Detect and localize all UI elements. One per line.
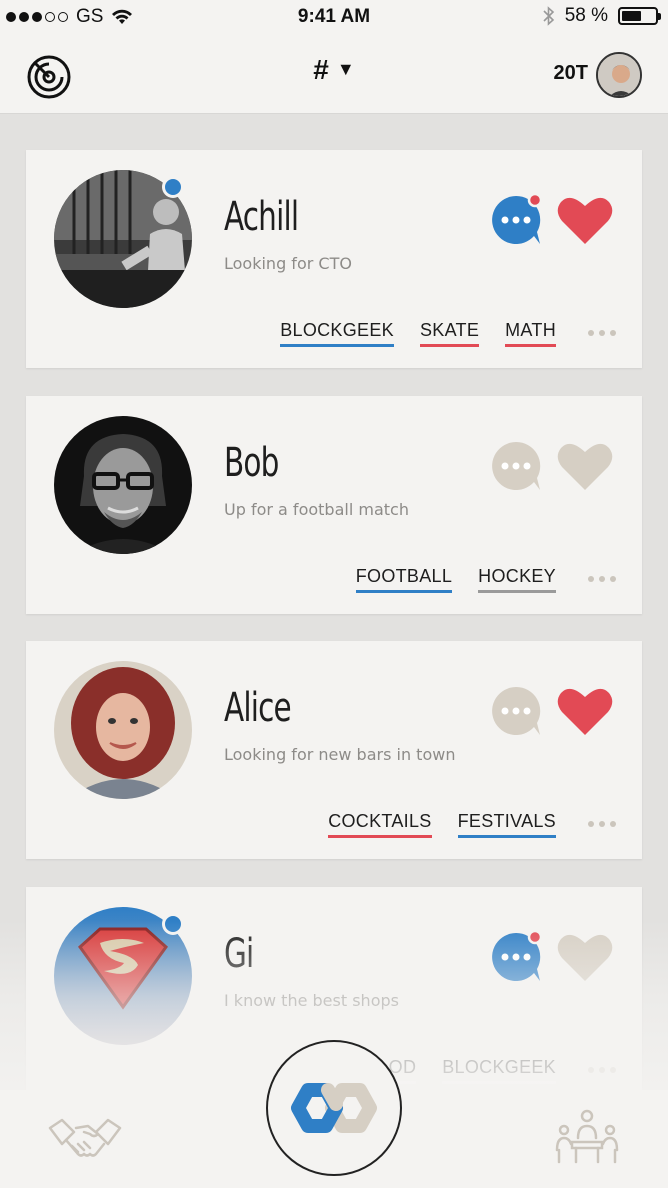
person-avatar[interactable]	[54, 416, 192, 554]
chat-icon[interactable]	[488, 438, 544, 494]
more-tags-icon[interactable]	[588, 811, 616, 827]
online-indicator	[162, 176, 184, 198]
tag-chip[interactable]: FESTIVALS	[457, 811, 556, 838]
heart-icon[interactable]	[556, 440, 614, 492]
more-tags-icon[interactable]	[588, 320, 616, 336]
person-name: Bob	[224, 440, 279, 486]
person-card[interactable]: Bob Up for a football match FOOTBALL HOCKEY	[26, 396, 642, 614]
person-card[interactable]: Alice Looking for new bars in town COCKTAI…	[26, 641, 642, 859]
tag-list: FOOTBALL HOCKEY	[355, 566, 616, 593]
heart-icon[interactable]	[556, 931, 614, 983]
caret-down-icon: ▼	[336, 59, 355, 79]
tag-chip[interactable]: BLOCKGEEK	[280, 320, 394, 347]
status-bar: GS 9:41 AM 58 %	[0, 0, 668, 36]
tag-chip[interactable]: SKATE	[419, 320, 480, 347]
tag-chip[interactable]: MATH	[505, 320, 556, 347]
tag-chip[interactable]: BLOCKGEEK	[442, 1057, 556, 1084]
channel-label: #	[313, 54, 329, 85]
heart-icon[interactable]	[556, 194, 614, 246]
person-status: Looking for new bars in town	[224, 745, 456, 764]
more-tags-icon[interactable]	[588, 566, 616, 582]
person-avatar[interactable]	[54, 661, 192, 799]
profile-avatar[interactable]	[596, 52, 642, 98]
heart-icon[interactable]	[556, 685, 614, 737]
handshake-icon[interactable]	[48, 1114, 122, 1166]
battery-percent: 58 %	[564, 5, 608, 26]
person-name: Gi	[224, 931, 254, 977]
online-indicator	[162, 913, 184, 935]
person-name: Alice	[224, 685, 292, 731]
tag-list: BLOCKGEEK SKATE MATH	[280, 320, 616, 347]
person-status: I know the best shops	[224, 991, 399, 1010]
chat-icon[interactable]	[488, 683, 544, 739]
match-button[interactable]	[266, 1040, 402, 1176]
person-name: Achill	[224, 194, 299, 240]
bluetooth-icon	[543, 6, 554, 26]
tag-chip[interactable]: FOOTBALL	[355, 566, 453, 593]
tag-chip[interactable]: COCKTAILS	[328, 811, 432, 838]
person-card[interactable]: Achill Looking for CTO BLOCKGEEK SKATE MATH	[26, 150, 642, 368]
app-header: # ▼ 20T	[0, 36, 668, 114]
battery-level	[622, 11, 641, 21]
status-right: 58 %	[543, 5, 661, 27]
chat-icon[interactable]	[488, 929, 544, 985]
tag-chip[interactable]: HOCKEY	[478, 566, 556, 593]
group-meeting-icon[interactable]	[554, 1108, 620, 1166]
more-tags-icon[interactable]	[588, 1057, 616, 1073]
link-logo-icon	[291, 1083, 377, 1133]
token-balance: 20T	[553, 62, 588, 84]
tag-list: COCKTAILS FESTIVALS	[328, 811, 616, 838]
person-status: Looking for CTO	[224, 254, 352, 273]
person-status: Up for a football match	[224, 500, 409, 519]
battery-icon	[618, 7, 661, 25]
chat-icon[interactable]	[488, 192, 544, 248]
